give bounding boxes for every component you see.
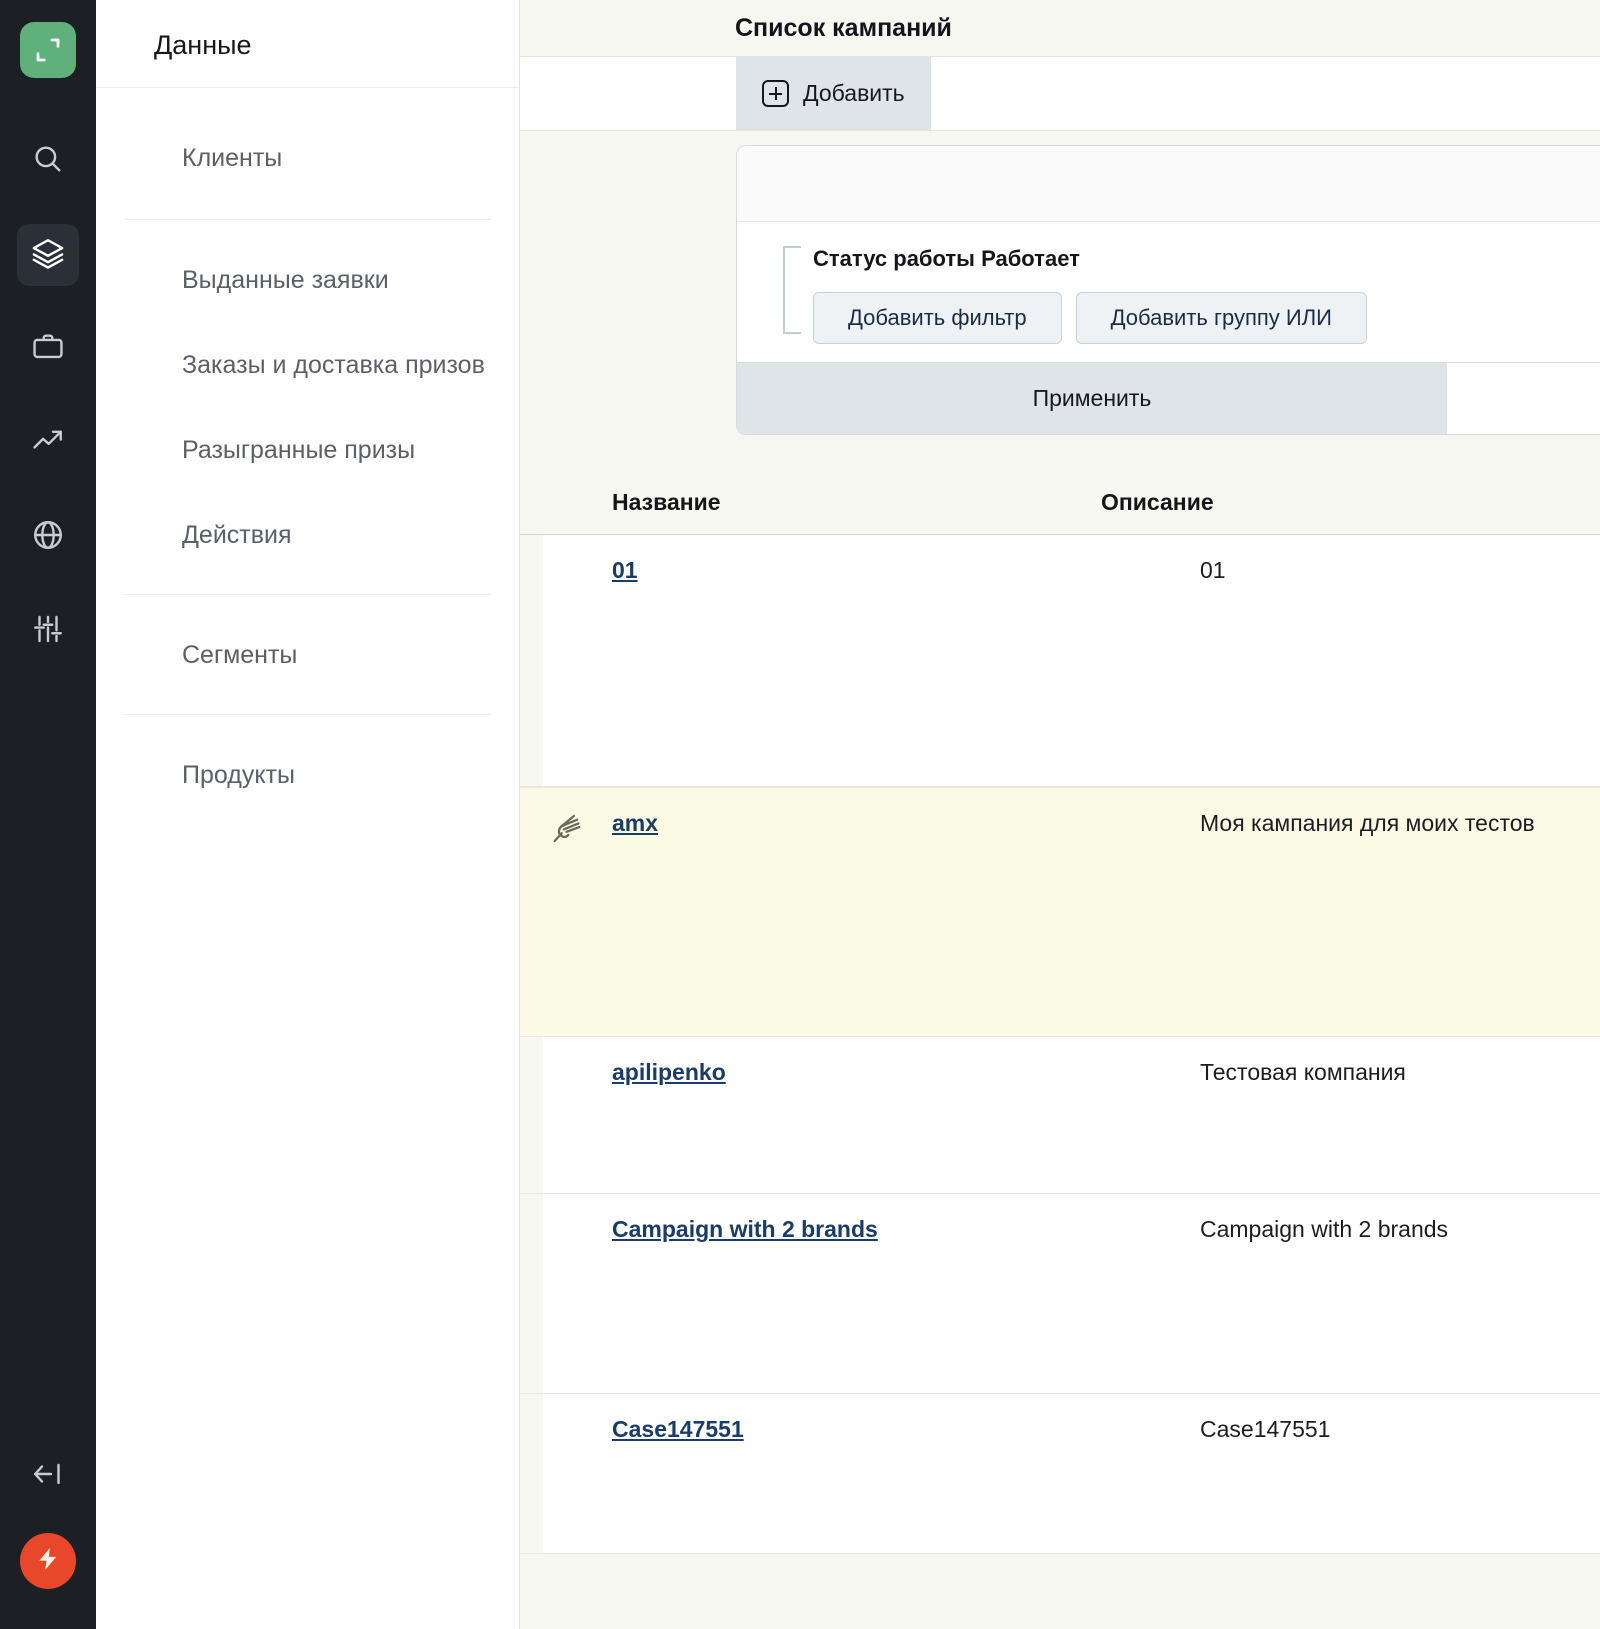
add-or-group-button[interactable]: Добавить группу ИЛИ xyxy=(1075,292,1367,344)
toolbar: Добавить xyxy=(520,57,1600,131)
rail-bottom-group xyxy=(0,1456,96,1629)
table-row[interactable]: apilipenko Тестовая компания xyxy=(520,1037,1600,1194)
campaign-link[interactable]: Case147551 xyxy=(612,1416,744,1442)
column-header-description[interactable]: Описание xyxy=(1101,489,1600,516)
sidebar-item-segments[interactable]: Сегменты xyxy=(182,613,433,698)
table-row[interactable]: Campaign with 2 brands Campaign with 2 b… xyxy=(520,1194,1600,1394)
rail-item-projects[interactable] xyxy=(17,318,79,380)
filter-panel: Статус работы Работает Добавить фильтр Д… xyxy=(736,145,1600,435)
app-window: Данные Клиенты Выданные заявки Заказы и … xyxy=(0,0,1600,1629)
quick-action-button[interactable] xyxy=(20,1533,76,1589)
rail-item-search[interactable] xyxy=(17,130,79,192)
table-row[interactable]: amx Моя кампания для моих тестов xyxy=(520,787,1600,1037)
sidebar-item-issued-requests[interactable]: Выданные заявки xyxy=(182,238,433,323)
lightning-bolt-icon xyxy=(35,1546,61,1577)
add-campaign-button[interactable]: Добавить xyxy=(736,57,931,130)
table-row[interactable]: 01 01 xyxy=(520,535,1600,787)
table-row[interactable]: Case147551 Case147551 xyxy=(520,1394,1600,1554)
sidebar-group-1: Клиенты xyxy=(124,88,491,220)
cell-name: apilipenko xyxy=(612,1059,1200,1086)
cell-description: 01 xyxy=(1200,557,1226,583)
plus-square-icon xyxy=(762,80,789,107)
cell-description: Case147551 xyxy=(1200,1416,1331,1442)
page-header: Список кампаний xyxy=(520,0,1600,57)
trending-up-icon xyxy=(31,424,65,463)
sidebar-group-4: Продукты xyxy=(124,715,491,834)
row-left-gutter xyxy=(520,1037,543,1193)
campaign-link[interactable]: 01 xyxy=(612,557,638,583)
row-left-gutter xyxy=(520,788,543,1036)
sidebar-item-clients[interactable]: Клиенты xyxy=(182,116,433,201)
sidebar-item-orders-and-prize-delivery[interactable]: Заказы и доставка призов xyxy=(182,323,485,408)
apply-filter-button[interactable]: Применить xyxy=(737,363,1447,434)
page-title: Список кампаний xyxy=(735,13,952,42)
secondary-sidebar: Данные Клиенты Выданные заявки Заказы и … xyxy=(96,0,520,1629)
rail-icon-list xyxy=(0,130,96,662)
pen-nib-icon[interactable] xyxy=(549,812,583,851)
cell-name: Campaign with 2 brands xyxy=(612,1216,1200,1243)
rail-item-data[interactable] xyxy=(17,224,79,286)
table-body: 01 01 amx Моя кампания для моих тестов a… xyxy=(520,535,1600,1554)
icon-rail xyxy=(0,0,96,1629)
app-logo-icon[interactable] xyxy=(20,22,76,78)
add-filter-button[interactable]: Добавить фильтр xyxy=(813,292,1062,344)
filter-group-bracket xyxy=(783,246,801,334)
sidebar-group-3: Сегменты xyxy=(124,595,491,715)
table-header-row: Название Описание xyxy=(520,455,1600,535)
cell-description: Campaign with 2 brands xyxy=(1200,1216,1449,1242)
filter-zone: Статус работы Работает Добавить фильтр Д… xyxy=(520,131,1600,455)
filter-apply-row: Применить xyxy=(737,362,1600,434)
sidebar-item-actions[interactable]: Действия xyxy=(182,493,433,578)
cell-name: Case147551 xyxy=(612,1416,1200,1443)
filter-panel-body: Статус работы Работает Добавить фильтр Д… xyxy=(737,222,1600,362)
briefcase-icon xyxy=(31,330,65,369)
layers-icon xyxy=(31,236,65,275)
campaign-table: Название Описание 01 01 amx Моя кампания… xyxy=(520,455,1600,1629)
rail-item-web[interactable] xyxy=(17,506,79,568)
filter-panel-header xyxy=(737,146,1600,222)
search-icon xyxy=(31,142,65,181)
main-content: Список кампаний Добавить Статус работы Р… xyxy=(520,0,1600,1629)
sidebar-title: Данные xyxy=(96,0,519,88)
rail-item-analytics[interactable] xyxy=(17,412,79,474)
campaign-link[interactable]: apilipenko xyxy=(612,1059,726,1085)
sliders-icon xyxy=(31,612,65,651)
add-campaign-label: Добавить xyxy=(803,80,905,106)
row-left-gutter xyxy=(520,535,543,786)
row-left-gutter xyxy=(520,1394,543,1553)
collapse-left-icon xyxy=(30,1463,66,1496)
filter-button-row: Добавить фильтр Добавить группу ИЛИ xyxy=(813,292,1600,344)
cell-name: 01 xyxy=(612,557,1200,584)
cell-description: Моя кампания для моих тестов xyxy=(1200,810,1535,836)
sidebar-item-products[interactable]: Продукты xyxy=(182,733,433,818)
rail-item-collapse[interactable] xyxy=(30,1456,66,1497)
sidebar-group-2: Выданные заявки Заказы и доставка призов… xyxy=(124,220,491,595)
globe-icon xyxy=(31,518,65,557)
column-header-name[interactable]: Название xyxy=(612,489,1101,516)
filter-status-label: Статус работы Работает xyxy=(813,246,1080,271)
cell-name: amx xyxy=(612,810,1200,837)
campaign-link[interactable]: amx xyxy=(612,810,658,836)
campaign-link[interactable]: Campaign with 2 brands xyxy=(612,1216,878,1242)
sidebar-item-awarded-prizes[interactable]: Разыгранные призы xyxy=(182,408,433,493)
row-left-gutter xyxy=(520,1194,543,1393)
rail-item-settings[interactable] xyxy=(17,600,79,662)
cell-description: Тестовая компания xyxy=(1200,1059,1406,1085)
